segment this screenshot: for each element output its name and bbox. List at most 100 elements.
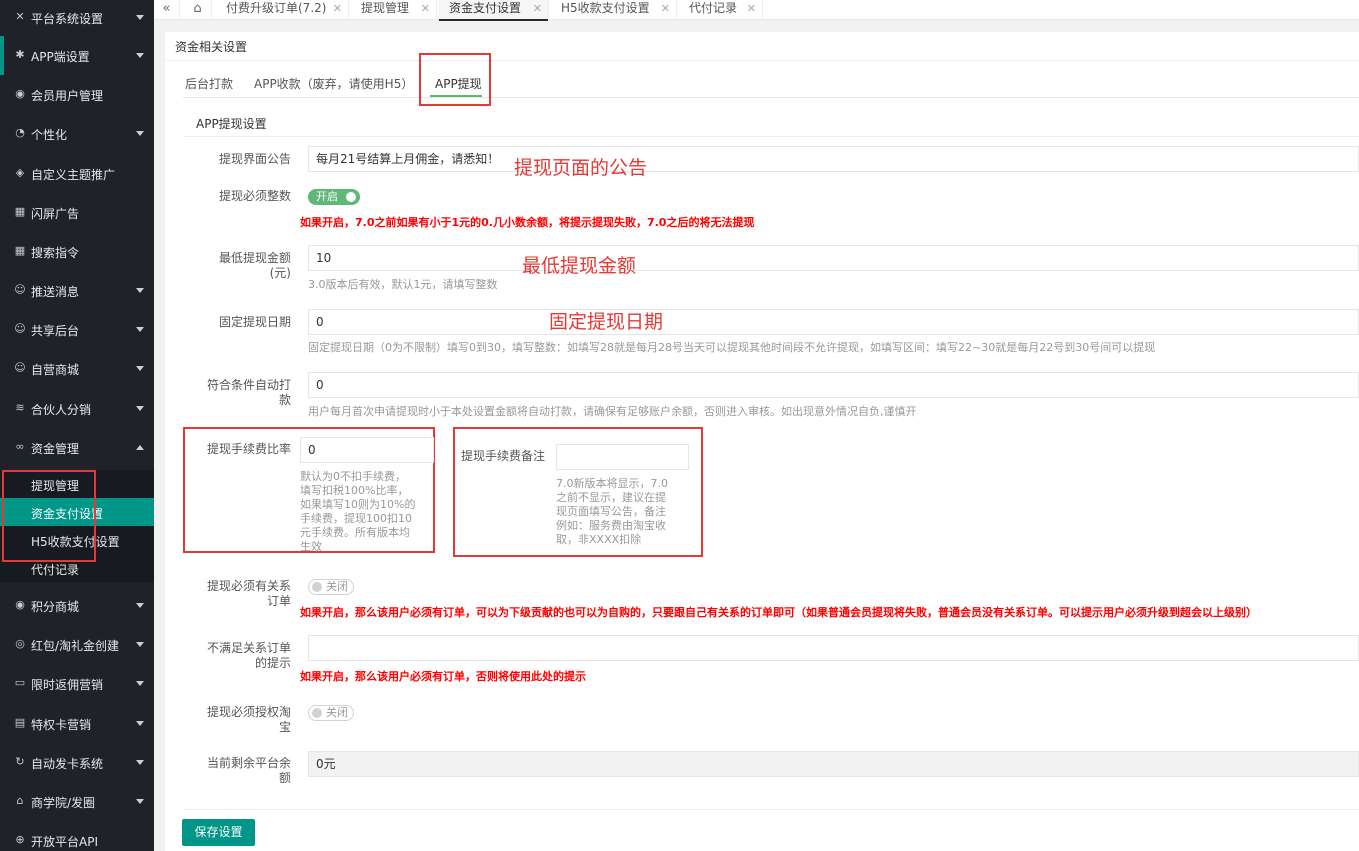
tab-withdraw-management[interactable]: 提现管理 ✕ [351, 0, 437, 20]
hint-line: 填写扣税100%比率， [300, 484, 409, 497]
tab-app-collection[interactable]: APP收款（废弃，请使用H5） [254, 75, 413, 92]
sidebar-item-label: 特权卡营销 [31, 718, 92, 732]
sidebar-item-label: 搜索指令 [31, 246, 80, 260]
sidebar-item-self-mall[interactable]: ☺ 自营商城 [0, 349, 154, 388]
cube-icon: ◈ [15, 166, 25, 179]
chevron-up-icon [136, 445, 144, 450]
settings-card: 资金相关设置 后台打款 APP收款（废弃，请使用H5） APP提现 APP提现设… [165, 32, 1359, 851]
chevron-down-icon [136, 760, 144, 765]
sidebar-item-label: 积分商城 [31, 600, 80, 614]
fee-ratio-hint: 默认为0不扣手续费， 填写扣税100%比率， 如果填写10则为10%的 手续费，… [300, 470, 415, 554]
sidebar-item-push-message[interactable]: ☺ 推送消息 [0, 271, 154, 310]
taobao-auth-switch[interactable]: 关闭 [308, 705, 354, 721]
sidebar-item-label: 开放平台API [31, 835, 98, 849]
save-button[interactable]: 保存设置 [182, 819, 255, 846]
sidebar-item-business-school[interactable]: ⌂ 商学院/发圈 [0, 782, 154, 821]
order-tip-input[interactable] [308, 635, 1359, 661]
sidebar-item-search-command[interactable]: ▦ 搜索指令 [0, 232, 154, 271]
close-icon[interactable]: ✕ [421, 1, 430, 17]
tab-fund-payment-settings[interactable]: 资金支付设置 ✕ [439, 0, 549, 21]
hint-line: 之前不显示，建议在提 [556, 491, 666, 504]
sidebar-item-open-api[interactable]: ⊕ 开放平台API [0, 821, 154, 851]
label-line: 符合条件自动打 [206, 378, 291, 392]
sidebar-item-splash-ad[interactable]: ▦ 闪屏广告 [0, 193, 154, 232]
balance-display: 0元 [308, 751, 1359, 777]
notice-input[interactable]: 每月21号结算上月佣金，请悉知！ [308, 146, 1359, 172]
chevron-down-icon [136, 642, 144, 647]
auto-pay-input[interactable]: 0 [308, 372, 1359, 398]
close-icon[interactable]: ✕ [333, 1, 342, 17]
collapse-icon[interactable]: « [154, 0, 180, 20]
palette-icon: ◔ [15, 126, 25, 139]
hint-line: 元手续费。所有版本均 [300, 526, 410, 539]
sidebar-item-label: 个性化 [31, 128, 68, 142]
tab-h5-payment-settings[interactable]: H5收款支付设置 ✕ [551, 0, 677, 20]
tab-label: 资金支付设置 [449, 1, 522, 15]
tab-paid-upgrade-orders[interactable]: 付费升级订单(7.2) ✕ [216, 0, 349, 20]
annotation-notice: 提现页面的公告 [514, 157, 648, 179]
sidebar-item-app-settings[interactable]: ✱ APP端设置 [0, 36, 154, 75]
sidebar-item-shared-backend[interactable]: ☺ 共享后台 [0, 310, 154, 349]
sidebar-item-member-management[interactable]: ◉ 会员用户管理 [0, 75, 154, 114]
switch-knob [346, 192, 356, 202]
fee-remark-label: 提现手续费备注 [461, 449, 546, 463]
divider [183, 809, 1359, 810]
tab-label: H5收款支付设置 [561, 1, 650, 15]
close-icon[interactable]: ✕ [661, 1, 670, 17]
sidebar-item-limited-commission[interactable]: ▭ 限时返佣营销 [0, 664, 154, 703]
close-icon[interactable]: ✕ [533, 1, 542, 17]
tab-label: 付费升级订单(7.2) [226, 1, 327, 15]
card-title: 资金相关设置 [175, 40, 248, 54]
label-line: (元) [269, 266, 291, 280]
user-icon: ☺ [14, 322, 26, 335]
label-line: 款 [278, 393, 291, 407]
integer-switch[interactable]: 开启 [308, 189, 360, 205]
chevron-down-icon [136, 406, 144, 411]
taobao-auth-label: 提现必须授权淘 宝 [165, 705, 291, 735]
notice-label: 提现界面公告 [218, 152, 291, 166]
fee-ratio-label: 提现手续费比率 [206, 442, 291, 456]
close-icon[interactable]: ✕ [747, 1, 756, 17]
sidebar-item-personalization[interactable]: ◔ 个性化 [0, 114, 154, 153]
globe-icon: ⊕ [15, 833, 25, 846]
sidebar-item-label: 资金管理 [31, 442, 80, 456]
fixed-date-input[interactable]: 0 [308, 309, 1359, 335]
hint-line: 7.0新版本将显示，7.0 [556, 477, 668, 490]
sidebar-item-red-packet[interactable]: ◎ 红包/淘礼金创建 [0, 625, 154, 664]
tab-payout-records[interactable]: 代付记录 ✕ [679, 0, 763, 20]
sidebar-item-label: APP端设置 [31, 50, 90, 64]
sidebar-item-privilege-card[interactable]: ▤ 特权卡营销 [0, 704, 154, 743]
must-order-switch[interactable]: 关闭 [308, 579, 354, 595]
label-line: 订单 [266, 594, 291, 608]
sidebar-item-partner-distribution[interactable]: ≋ 合伙人分销 [0, 389, 154, 428]
hint-line: 取，非XXXX扣除 [556, 533, 642, 546]
switch-knob [312, 582, 322, 592]
fee-ratio-input[interactable]: 0 [300, 437, 434, 463]
min-amount-label: 最低提现金额 (元) [165, 251, 291, 281]
fee-remark-input[interactable] [556, 444, 689, 470]
must-order-warning: 如果开启，那么该用户必须有订单，可以为下级贡献的也可以为自购的，只要跟自己有关系… [300, 606, 1257, 619]
chevron-down-icon [136, 799, 144, 804]
switch-text: 关闭 [326, 706, 348, 719]
sidebar-item-custom-theme[interactable]: ◈ 自定义主题推广 [0, 154, 154, 193]
hint-line: 生效 [300, 540, 322, 553]
sidebar-item-label: 红包/淘礼金创建 [31, 639, 120, 653]
sidebar-item-auto-card[interactable]: ↻ 自动发卡系统 [0, 743, 154, 782]
sidebar-item-points-mall[interactable]: ◉ 积分商城 [0, 586, 154, 625]
chevron-down-icon [136, 681, 144, 686]
divider [165, 60, 1359, 61]
sidebar-item-label: 会员用户管理 [31, 89, 104, 103]
chevron-down-icon [136, 53, 144, 58]
chevron-down-icon [136, 603, 144, 608]
sidebar-item-fund-management[interactable]: ∞ 资金管理 [0, 428, 154, 467]
shield-icon: ◉ [15, 87, 25, 100]
integer-label: 提现必须整数 [218, 189, 291, 203]
sidebar-item-platform-settings[interactable]: ✕ 平台系统设置 [0, 0, 154, 37]
hint-line: 手续费，提现100扣10 [300, 512, 412, 525]
min-amount-input[interactable]: 10 [308, 245, 1359, 271]
shield-icon: ◉ [15, 598, 25, 611]
tab-backend-payout[interactable]: 后台打款 [185, 75, 233, 92]
sidebar-item-label: 合伙人分销 [31, 403, 92, 417]
home-icon[interactable]: ⌂ [184, 0, 212, 20]
sidebar-item-label: 商学院/发圈 [31, 796, 96, 810]
